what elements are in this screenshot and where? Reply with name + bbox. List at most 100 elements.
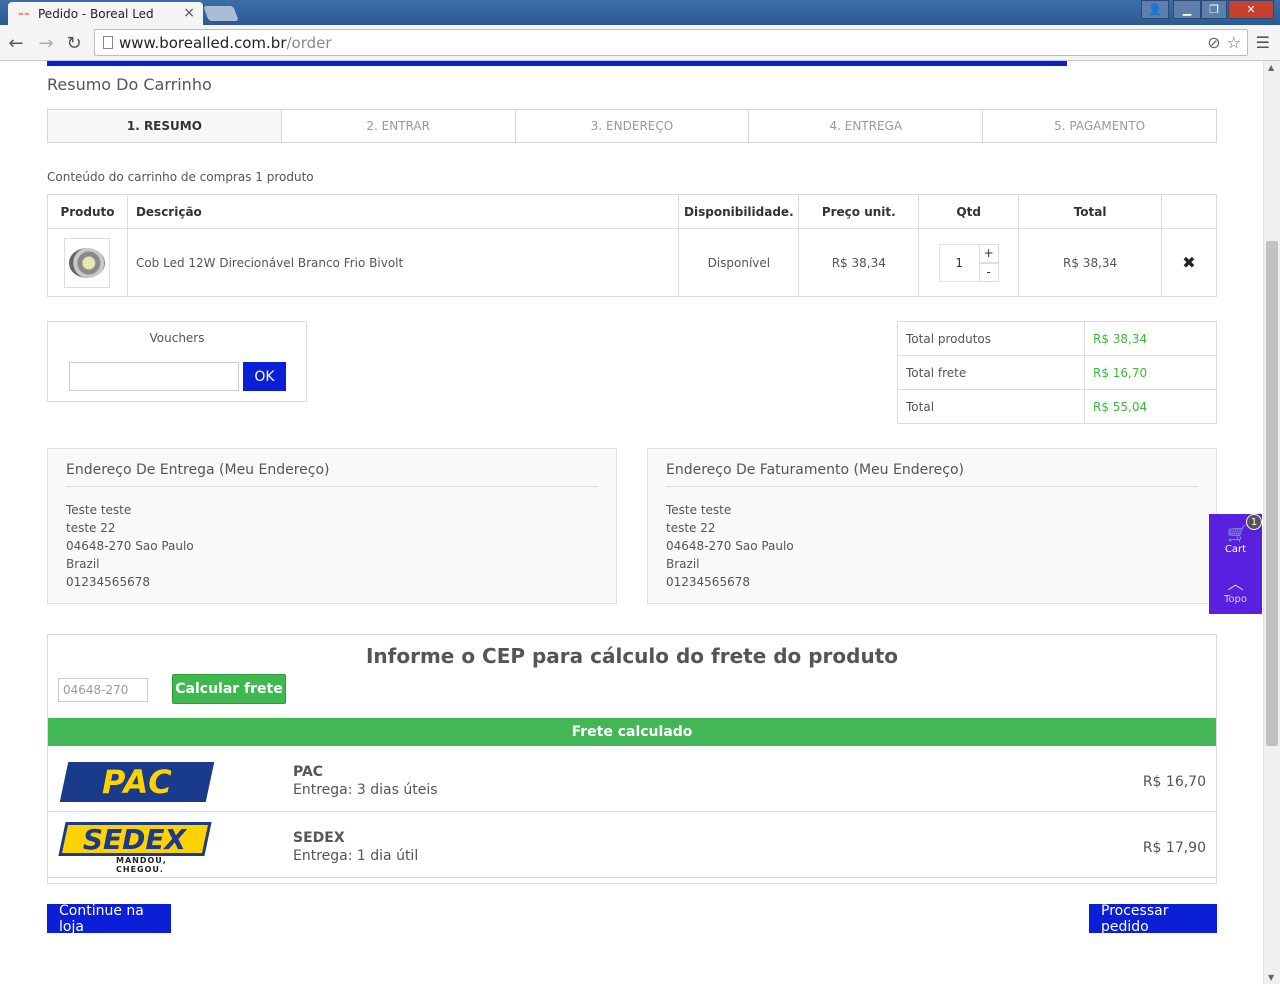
browser-toolbar: ← → ↻ www.borealled.com.br/order ⊘ ☆ ☰ — [0, 25, 1280, 61]
product-cell — [47, 228, 128, 297]
vouchers-title: Vouchers — [149, 331, 205, 345]
shipping-option-pac[interactable]: PAC PAC Entrega: 3 dias úteis R$ 16,70 — [48, 746, 1216, 812]
product-image[interactable] — [64, 237, 111, 288]
grand-total-label: Total — [897, 389, 1085, 424]
table-row: Cob Led 12W Direcionável Branco Frio Biv… — [47, 228, 1217, 297]
continue-shopping-button[interactable]: Continue na loja — [47, 903, 171, 935]
header-accent-bar — [47, 61, 1067, 66]
maximize-icon[interactable]: ❐ — [1201, 0, 1227, 19]
cart-link[interactable]: Cart — [1209, 544, 1262, 555]
vouchers-box: Vouchers OK — [47, 321, 307, 402]
minimize-icon[interactable]: ▁ — [1173, 0, 1201, 19]
delivery-address-line: 01234565678 — [66, 575, 150, 589]
step-payment[interactable]: 5. PAGAMENTO — [983, 110, 1216, 142]
back-icon[interactable]: ← — [4, 31, 28, 55]
back-to-top-link[interactable]: Topo — [1209, 594, 1262, 605]
cep-input[interactable]: 04648-270 — [58, 678, 148, 702]
delivery-address-line: 04648-270 Sao Paulo — [66, 539, 194, 553]
step-login[interactable]: 2. ENTRAR — [282, 110, 516, 142]
cart-table-header: Produto Descrição Disponibilidade. Preço… — [47, 194, 1217, 229]
grand-total-value: R$ 55,04 — [1084, 389, 1217, 424]
totals-row: Total frete R$ 16,70 — [897, 355, 1217, 390]
totals-row: Total produtos R$ 38,34 — [897, 321, 1217, 356]
voucher-input[interactable] — [69, 362, 239, 391]
delivery-address-title: Endereço De Entrega (Meu Endereço) — [66, 462, 598, 487]
checkout-steps: 1. RESUMO 2. ENTRAR 3. ENDEREÇO 4. ENTRE… — [47, 109, 1217, 143]
billing-address-line: Brazil — [666, 557, 700, 571]
pac-logo: PAC — [59, 762, 215, 802]
chevron-up-icon[interactable]: ︿ — [1209, 570, 1262, 594]
quantity-input[interactable]: 1 — [938, 243, 979, 282]
shipping-price: R$ 16,70 — [1142, 774, 1206, 790]
delivery-address-box: Endereço De Entrega (Meu Endereço) Teste… — [47, 448, 617, 604]
tab-close-icon[interactable]: × — [183, 5, 195, 21]
product-description[interactable]: Cob Led 12W Direcionável Branco Frio Biv… — [126, 228, 680, 297]
favicon-icon: ≈≈ — [18, 9, 30, 18]
process-order-button[interactable]: Processar pedido — [1089, 903, 1217, 935]
reload-icon[interactable]: ↻ — [62, 31, 86, 55]
totals-table: Total produtos R$ 38,34 Total frete R$ 1… — [897, 321, 1217, 424]
window-close-icon[interactable]: ✕ — [1228, 0, 1274, 19]
total-products-label: Total produtos — [897, 321, 1085, 356]
shipping-name: PAC — [293, 764, 324, 780]
calculate-freight-button[interactable]: Calcular frete — [172, 674, 286, 704]
header-availability: Disponibilidade. — [678, 194, 800, 229]
qty-decrease-button[interactable]: - — [978, 262, 999, 282]
bookmark-star-icon[interactable]: ☆ — [1227, 33, 1241, 52]
shipping-option-sedex[interactable]: SEDEX MANDOU, CHEGOU. SEDEX Entrega: 1 d… — [48, 812, 1216, 878]
billing-address-box: Endereço De Faturamento (Meu Endereço) T… — [647, 448, 1217, 604]
billing-address-line: Teste teste — [666, 503, 732, 517]
scroll-thumb[interactable] — [1266, 241, 1278, 746]
totals-row: Total R$ 55,04 — [897, 389, 1217, 424]
header-remove — [1161, 194, 1217, 229]
billing-address-line: teste 22 — [666, 521, 716, 535]
scroll-up-icon[interactable]: ▲ — [1268, 63, 1274, 72]
shipping-eta: Entrega: 1 dia útil — [293, 848, 419, 864]
browser-tabbar: ≈≈ Pedido - Boreal Led × 👤 ▁ ❐ ✕ — [0, 0, 1280, 25]
sedex-logo-tagline: MANDOU, CHEGOU. — [116, 856, 167, 874]
cart-icon[interactable]: 🛒 — [1227, 524, 1247, 543]
remove-item-icon[interactable]: ✖ — [1182, 253, 1195, 272]
qty-increase-button[interactable]: + — [978, 243, 999, 263]
freight-title: Informe o CEP para cálculo do frete do p… — [365, 644, 899, 668]
quantity-stepper: 1 + - — [938, 243, 999, 282]
floating-side-widget: 🛒 1 Cart ︿ Topo — [1209, 514, 1262, 614]
header-total: Total — [1018, 194, 1163, 229]
sedex-logo: SEDEX MANDOU, CHEGOU. — [58, 822, 212, 874]
billing-address-line: 04648-270 Sao Paulo — [666, 539, 794, 553]
browser-menu-icon[interactable]: ☰ — [1256, 33, 1270, 52]
delivery-address-line: Brazil — [66, 557, 100, 571]
header-product: Produto — [47, 194, 128, 229]
freight-calculated-banner: Frete calculado — [48, 718, 1216, 746]
voucher-ok-button[interactable]: OK — [243, 362, 286, 391]
url-host: www.borealled.com.br — [119, 33, 287, 52]
step-summary[interactable]: 1. RESUMO — [48, 110, 282, 142]
total-shipping-value: R$ 16,70 — [1084, 355, 1217, 390]
remove-cell: ✖ — [1161, 228, 1217, 297]
delivery-address-line: teste 22 — [66, 521, 116, 535]
shipping-eta: Entrega: 3 dias úteis — [293, 782, 438, 798]
header-description: Descrição — [126, 194, 680, 229]
product-total: R$ 38,34 — [1018, 228, 1163, 297]
led-lamp-image — [69, 247, 106, 278]
forward-icon[interactable]: → — [34, 31, 58, 55]
freight-calculator: Informe o CEP para cálculo do frete do p… — [47, 634, 1217, 884]
step-shipping[interactable]: 4. ENTREGA — [749, 110, 984, 142]
browser-tab[interactable]: ≈≈ Pedido - Boreal Led × — [8, 2, 203, 25]
address-bar[interactable]: www.borealled.com.br/order ⊘ ☆ — [94, 29, 1248, 56]
page-title: Resumo Do Carrinho — [47, 75, 212, 94]
url-path: /order — [286, 33, 332, 52]
total-shipping-label: Total frete — [897, 355, 1085, 390]
billing-address-title: Endereço De Faturamento (Meu Endereço) — [666, 462, 1198, 487]
pac-logo-text: PAC — [101, 763, 173, 801]
new-tab-button[interactable] — [203, 6, 239, 21]
cart-count-badge: 1 — [1246, 514, 1262, 530]
shipping-price: R$ 17,90 — [1142, 840, 1206, 856]
blocked-icon[interactable]: ⊘ — [1207, 33, 1220, 52]
page-icon — [103, 36, 113, 49]
scroll-down-icon[interactable]: ▼ — [1268, 973, 1274, 982]
cart-summary-text: Conteúdo do carrinho de compras 1 produt… — [47, 170, 314, 184]
user-icon[interactable]: 👤 — [1141, 0, 1169, 19]
page-scrollbar[interactable]: ▲ ▼ — [1263, 61, 1280, 984]
step-address[interactable]: 3. ENDEREÇO — [516, 110, 750, 142]
